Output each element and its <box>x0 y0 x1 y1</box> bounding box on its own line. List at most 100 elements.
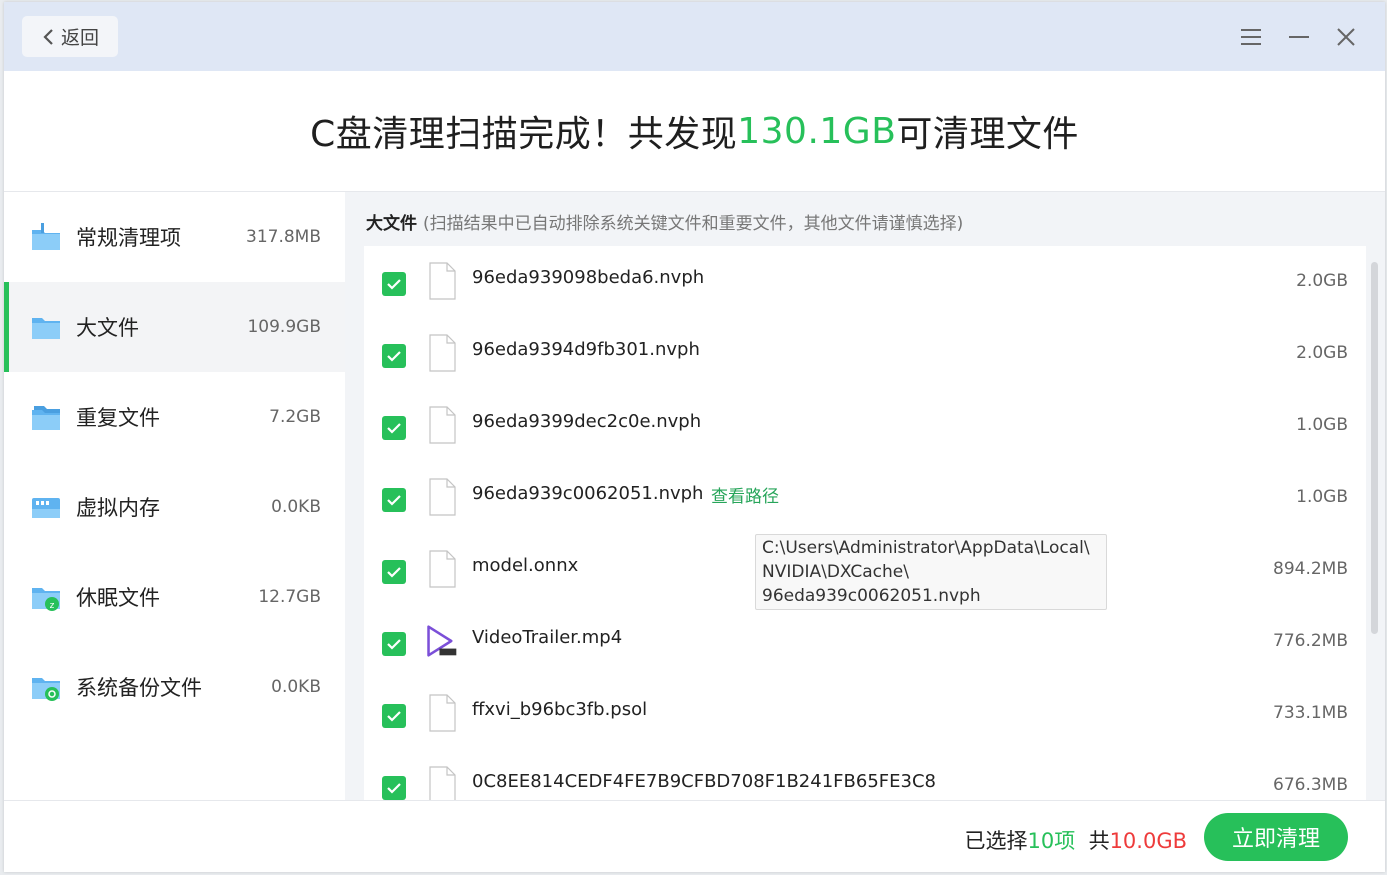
checkmark-icon <box>387 423 401 434</box>
checkmark-icon <box>387 567 401 578</box>
file-size: 2.0GB <box>1296 343 1348 363</box>
file-checkbox[interactable] <box>382 776 406 800</box>
file-checkbox[interactable] <box>382 488 406 512</box>
sidebar-item-size: 317.8MB <box>246 227 321 247</box>
file-name: 96eda939c0062051.nvph <box>472 483 704 504</box>
sidebar-item-general-cleanup[interactable]: 常规清理项 317.8MB <box>4 192 345 282</box>
table-row[interactable]: ffxvi_b96bc3fb.psol 733.1MB <box>364 678 1366 750</box>
table-row[interactable]: VideoTrailer.mp4 776.2MB <box>364 606 1366 678</box>
sidebar-item-size: 12.7GB <box>258 587 321 607</box>
close-button[interactable] <box>1331 22 1361 52</box>
sidebar-item-label: 常规清理项 <box>76 226 181 250</box>
file-icon <box>429 694 456 732</box>
file-size: 2.0GB <box>1296 271 1348 291</box>
file-name: 0C8EE814CEDF4FE7B9CFBD708F1B241FB65FE3C8 <box>472 771 936 792</box>
chevron-left-icon <box>43 28 53 45</box>
file-size: 676.3MB <box>1273 775 1348 795</box>
section-title: 大文件 <box>366 214 417 234</box>
menu-icon <box>1241 29 1261 45</box>
file-name: ffxvi_b96bc3fb.psol <box>472 699 648 720</box>
file-size: 1.0GB <box>1296 415 1348 435</box>
file-size: 733.1MB <box>1273 703 1348 723</box>
file-name: VideoTrailer.mp4 <box>472 627 623 648</box>
file-icon <box>429 550 456 588</box>
table-row[interactable]: 96eda939098beda6.nvph 2.0GB <box>364 246 1366 318</box>
sidebar-item-label: 大文件 <box>76 316 139 340</box>
close-icon <box>1337 28 1355 46</box>
checkmark-icon <box>387 711 401 722</box>
svg-text:z: z <box>50 601 55 611</box>
memory-icon <box>32 498 60 518</box>
sidebar-item-size: 7.2GB <box>269 407 321 427</box>
sidebar-item-label: 重复文件 <box>76 406 160 430</box>
file-checkbox[interactable] <box>382 416 406 440</box>
back-button-label: 返回 <box>60 27 99 49</box>
file-name: model.onnx <box>472 555 579 576</box>
file-icon <box>429 406 456 444</box>
file-size: 776.2MB <box>1273 631 1348 651</box>
tooltip-line: 96eda939c0062051.nvph <box>762 586 981 606</box>
table-row[interactable]: 0C8EE814CEDF4FE7B9CFBD708F1B241FB65FE3C8… <box>364 750 1366 800</box>
folder-duplicate-icon <box>32 406 60 430</box>
table-row[interactable]: 96eda9394d9fb301.nvph 2.0GB <box>364 318 1366 390</box>
headline-suffix: 可清理文件 <box>896 114 1079 155</box>
file-icon <box>429 766 456 800</box>
sidebar-item-label: 虚拟内存 <box>76 496 160 520</box>
app-window: 返回 C盘清理扫描完成！共发现 130.1GB 可清理文件 常规清理项 317.… <box>4 2 1385 872</box>
category-sidebar: 常规清理项 317.8MB 大文件 109.9GB 重复文件 7.2GB 虚拟内… <box>4 192 345 800</box>
footer-bar: 已选择10项 共10.0GB 立即清理 <box>4 800 1385 872</box>
section-note: (扫描结果中已自动排除系统关键文件和重要文件，其他文件请谨慎选择) <box>423 214 964 234</box>
menu-button[interactable] <box>1236 22 1266 52</box>
tooltip-line: NVIDIA\DXCache\ <box>762 562 909 582</box>
scrollbar-thumb[interactable] <box>1371 262 1378 634</box>
section-header: 大文件 (扫描结果中已自动排除系统关键文件和重要文件，其他文件请谨慎选择) <box>366 209 963 234</box>
checkmark-icon <box>387 495 401 506</box>
title-bar: 返回 <box>4 2 1385 71</box>
file-checkbox[interactable] <box>382 704 406 728</box>
file-checkbox[interactable] <box>382 632 406 656</box>
view-path-link[interactable]: 查看路径 <box>711 482 779 507</box>
table-row[interactable]: 96eda9399dec2c0e.nvph 1.0GB <box>364 390 1366 462</box>
folder-broom-icon <box>32 223 60 250</box>
path-tooltip: C:\Users\Administrator\AppData\Local\ NV… <box>755 534 1107 610</box>
table-row[interactable]: 96eda939c0062051.nvph 1.0GB <box>364 462 1366 534</box>
scan-result-headline: C盘清理扫描完成！共发现 130.1GB 可清理文件 <box>4 71 1385 192</box>
sidebar-item-system-backup[interactable]: 系统备份文件 0.0KB <box>4 642 345 732</box>
total-prefix: 共 <box>1088 829 1110 853</box>
sidebar-item-large-files[interactable]: 大文件 109.9GB <box>4 282 345 372</box>
file-name: 96eda9399dec2c0e.nvph <box>472 411 702 432</box>
video-file-icon <box>427 625 457 657</box>
file-list[interactable]: 96eda939098beda6.nvph 2.0GB 96eda9394d9f… <box>364 246 1366 800</box>
checkmark-icon <box>387 783 401 794</box>
sidebar-item-label: 休眠文件 <box>76 586 160 610</box>
total-size: 10.0GB <box>1109 829 1187 853</box>
file-checkbox[interactable] <box>382 272 406 296</box>
file-name: 96eda939098beda6.nvph <box>472 267 705 288</box>
scrollbar[interactable] <box>1371 262 1378 634</box>
selected-prefix: 已选择 <box>964 829 1028 853</box>
file-icon <box>429 262 456 300</box>
file-icon <box>429 478 456 516</box>
file-size: 1.0GB <box>1296 487 1348 507</box>
file-name: 96eda9394d9fb301.nvph <box>472 339 700 360</box>
checkmark-icon <box>387 639 401 650</box>
file-checkbox[interactable] <box>382 344 406 368</box>
tooltip-line: C:\Users\Administrator\AppData\Local\ <box>762 538 1090 558</box>
file-list-panel: 大文件 (扫描结果中已自动排除系统关键文件和重要文件，其他文件请谨慎选择) 96e… <box>345 192 1385 800</box>
minimize-icon <box>1289 36 1309 38</box>
sidebar-item-hibernation-files[interactable]: z 休眠文件 12.7GB <box>4 552 345 642</box>
minimize-button[interactable] <box>1284 22 1314 52</box>
sidebar-item-label: 系统备份文件 <box>76 676 202 700</box>
checkmark-icon <box>387 279 401 290</box>
sidebar-item-size: 0.0KB <box>271 677 321 697</box>
file-checkbox[interactable] <box>382 560 406 584</box>
clean-now-button[interactable]: 立即清理 <box>1204 813 1348 861</box>
folder-sleep-icon: z <box>32 588 60 611</box>
sidebar-item-duplicate-files[interactable]: 重复文件 7.2GB <box>4 372 345 462</box>
sidebar-item-virtual-memory[interactable]: 虚拟内存 0.0KB <box>4 462 345 552</box>
selected-count: 10项 <box>1027 829 1076 853</box>
headline-prefix: C盘清理扫描完成！共发现 <box>310 114 738 155</box>
back-button[interactable]: 返回 <box>22 16 118 57</box>
sidebar-item-size: 109.9GB <box>247 317 321 337</box>
file-size: 894.2MB <box>1273 559 1348 579</box>
